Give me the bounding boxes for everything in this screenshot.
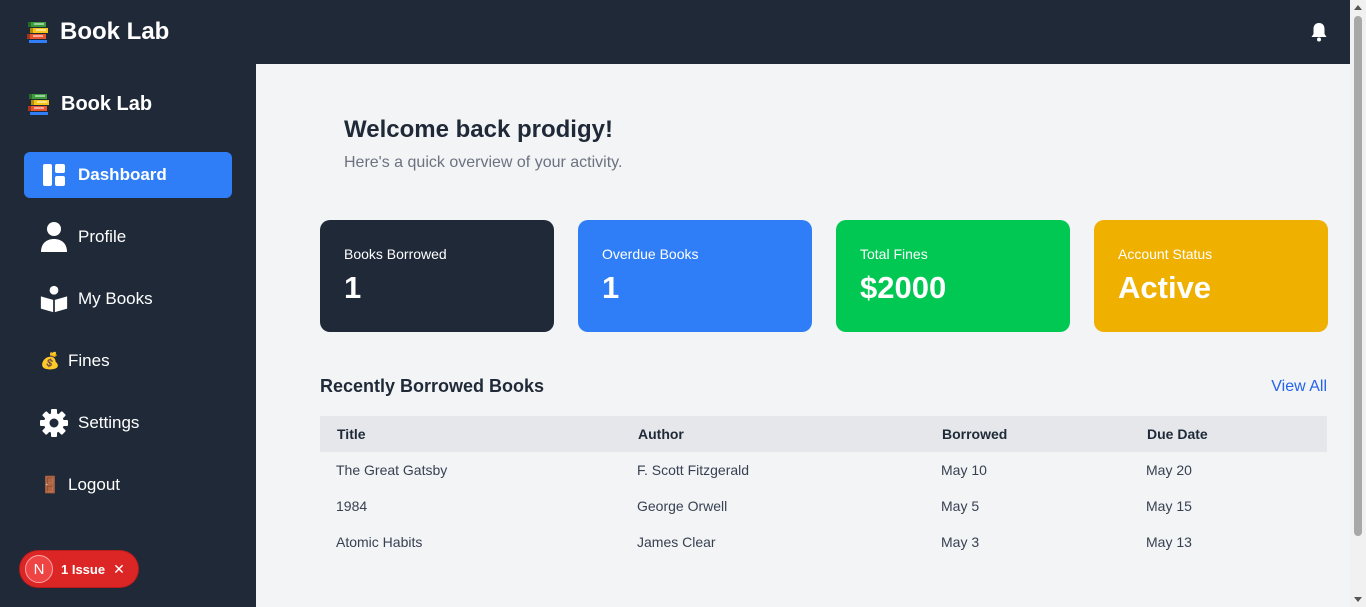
cell-author: F. Scott Fitzgerald — [637, 462, 750, 478]
column-header: Author — [638, 426, 684, 442]
cell-author: George Orwell — [637, 498, 728, 514]
sidebar-item-settings[interactable]: Settings — [24, 400, 232, 446]
sidebar-item-logout[interactable]: 🚪 Logout — [24, 462, 232, 508]
close-icon[interactable]: ✕ — [113, 561, 125, 578]
app-title: Book Lab — [60, 18, 170, 45]
sidebar-item-label: Logout — [68, 475, 120, 494]
stat-value: Active — [1118, 270, 1212, 305]
scroll-down-icon[interactable] — [1354, 597, 1362, 602]
cell-due-date: May 20 — [1146, 462, 1192, 478]
column-header: Borrowed — [942, 426, 1008, 442]
next-logo-icon: N — [25, 555, 53, 583]
cell-borrowed: May 10 — [941, 462, 987, 478]
sidebar-item-label: My Books — [78, 289, 153, 308]
scrollbar-thumb[interactable] — [1354, 16, 1362, 536]
cell-author: James Clear — [637, 534, 716, 550]
dashboard-icon — [40, 161, 68, 189]
stat-value: 1 — [602, 270, 620, 305]
cell-borrowed: May 5 — [941, 498, 980, 514]
stat-card-overdue-books: Overdue Books 1 — [578, 220, 812, 332]
sidebar-nav: Dashboard Profile My Books 💰 Fines Setti… — [24, 152, 232, 524]
stat-label: Books Borrowed — [344, 246, 447, 262]
recent-header: Recently Borrowed Books View All — [320, 376, 1327, 397]
scroll-up-icon[interactable] — [1354, 5, 1362, 10]
issues-label: 1 Issue — [61, 561, 106, 577]
header-brand[interactable]: Book Lab — [26, 18, 169, 46]
main-content: Welcome back prodigy! Here's a quick ove… — [256, 64, 1350, 607]
view-all-link[interactable]: View All — [1271, 378, 1327, 396]
sidebar-item-fines[interactable]: 💰 Fines — [24, 338, 232, 384]
sidebar-item-my-books[interactable]: My Books — [24, 276, 232, 322]
bell-icon[interactable] — [1310, 22, 1328, 42]
books-stack-icon — [27, 22, 48, 43]
table-header-row: Title Author Borrowed Due Date — [320, 416, 1327, 452]
gear-icon — [40, 409, 68, 437]
sidebar-item-dashboard[interactable]: Dashboard — [24, 152, 232, 198]
column-header: Title — [337, 426, 366, 442]
door-icon: 🚪 — [40, 477, 60, 494]
cell-title: Atomic Habits — [336, 534, 423, 550]
stat-card-books-borrowed: Books Borrowed 1 — [320, 220, 554, 332]
cell-borrowed: May 3 — [941, 534, 980, 550]
stats-cards: Books Borrowed 1 Overdue Books 1 Total F… — [320, 220, 1328, 332]
table-row[interactable]: The Great Gatsby F. Scott Fitzgerald May… — [320, 452, 1327, 488]
page-title: Welcome back prodigy! — [344, 116, 613, 143]
cell-title: 1984 — [336, 498, 368, 514]
stat-card-total-fines: Total Fines $2000 — [836, 220, 1070, 332]
sidebar-item-label: Settings — [78, 413, 140, 432]
money-bag-icon: 💰 — [40, 353, 60, 370]
stat-value: $2000 — [860, 270, 947, 305]
recent-books-table: Title Author Borrowed Due Date The Great… — [320, 416, 1327, 560]
reader-icon — [40, 285, 68, 313]
section-title: Recently Borrowed Books — [320, 376, 545, 396]
cell-due-date: May 15 — [1146, 498, 1192, 514]
top-header: Book Lab — [0, 0, 1350, 64]
column-header: Due Date — [1147, 426, 1208, 442]
welcome-section: Welcome back prodigy! Here's a quick ove… — [344, 116, 622, 172]
table-row[interactable]: Atomic Habits James Clear May 3 May 13 — [320, 524, 1327, 560]
stat-label: Total Fines — [860, 246, 928, 262]
sidebar-item-label: Fines — [68, 351, 110, 370]
sidebar-item-label: Dashboard — [78, 165, 167, 184]
page-subtitle: Here's a quick overview of your activity… — [344, 154, 623, 171]
sidebar-title: Book Lab — [61, 92, 153, 115]
stat-label: Account Status — [1118, 246, 1213, 262]
books-stack-icon — [28, 94, 49, 115]
stat-value: 1 — [344, 270, 362, 305]
cell-title: The Great Gatsby — [336, 462, 448, 478]
stat-card-account-status: Account Status Active — [1094, 220, 1328, 332]
sidebar: Book Lab Dashboard Profile My Books 💰 Fi… — [0, 64, 256, 607]
stat-label: Overdue Books — [602, 246, 699, 262]
sidebar-item-label: Profile — [78, 227, 127, 246]
user-icon — [40, 222, 68, 252]
issues-badge[interactable]: N 1 Issue ✕ — [20, 551, 138, 587]
cell-due-date: May 13 — [1146, 534, 1192, 550]
page-scrollbar[interactable] — [1350, 0, 1366, 607]
sidebar-item-profile[interactable]: Profile — [24, 214, 232, 260]
table-row[interactable]: 1984 George Orwell May 5 May 15 — [320, 488, 1327, 524]
sidebar-brand[interactable]: Book Lab — [27, 92, 152, 116]
